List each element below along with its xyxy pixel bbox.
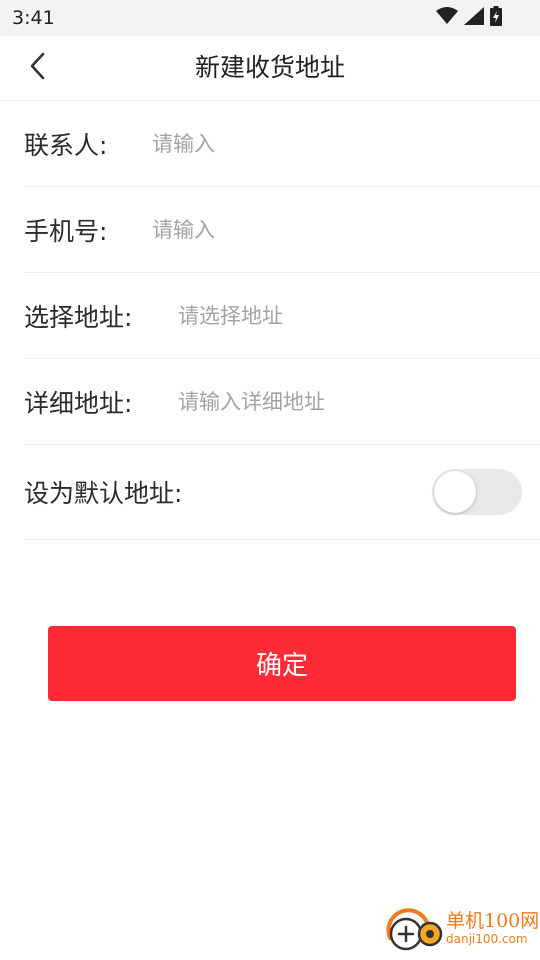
region-label: 选择地址: <box>24 302 133 332</box>
status-icons <box>436 6 502 30</box>
address-form: 联系人: 手机号: 选择地址: 详细地址: 设为默认地址: <box>24 101 540 540</box>
watermark-url: danji100.com <box>446 932 528 946</box>
detail-address-input[interactable] <box>178 381 498 422</box>
contact-label: 联系人: <box>24 130 108 160</box>
default-address-toggle[interactable] <box>432 469 522 515</box>
phone-input[interactable] <box>152 209 492 250</box>
page-title: 新建收货地址 <box>194 53 345 82</box>
default-address-row: 设为默认地址: <box>24 445 540 540</box>
watermark: 单机100网 danji100.com <box>384 904 540 960</box>
watermark-logo-icon <box>384 908 444 960</box>
default-address-label: 设为默认地址: <box>24 479 183 508</box>
battery-charging-icon <box>490 6 502 30</box>
region-row[interactable]: 选择地址: <box>24 273 540 359</box>
nav-bar: 新建收货地址 <box>0 36 540 101</box>
phone-row: 手机号: <box>24 187 540 273</box>
wifi-icon <box>436 7 458 29</box>
detail-row: 详细地址: <box>24 359 540 445</box>
toggle-knob <box>434 471 476 513</box>
phone-label: 手机号: <box>24 216 108 246</box>
contact-input[interactable] <box>152 123 492 164</box>
contact-row: 联系人: <box>24 101 540 187</box>
region-select[interactable] <box>178 295 498 336</box>
status-bar: 3:41 <box>0 0 540 36</box>
status-time: 3:41 <box>12 7 55 29</box>
cellular-signal-icon <box>464 7 484 29</box>
detail-label: 详细地址: <box>24 388 133 418</box>
watermark-name: 单机100网 <box>446 910 540 932</box>
confirm-button[interactable]: 确定 <box>48 626 516 701</box>
